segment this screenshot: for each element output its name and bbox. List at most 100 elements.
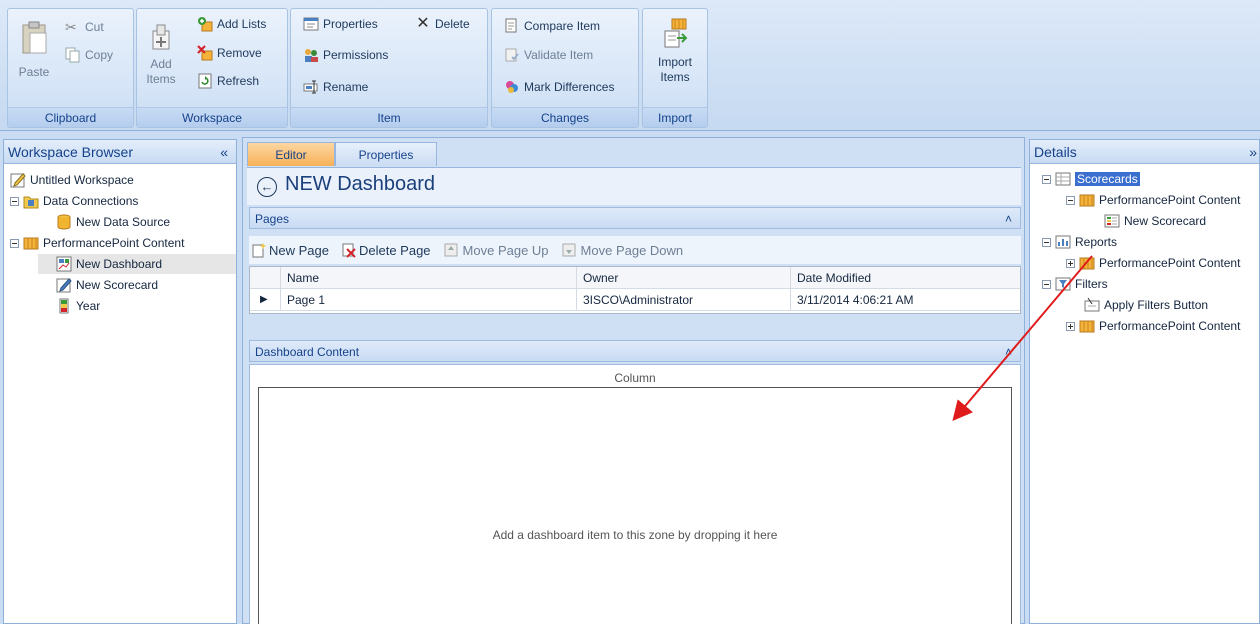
- zone-column-label: Column: [614, 371, 656, 385]
- drop-hint: Add a dashboard item to this zone by dro…: [492, 528, 778, 542]
- scissors-icon: ✂: [65, 19, 77, 35]
- tree-item-new-data-source[interactable]: New Data Source: [56, 212, 170, 232]
- item-group: Properties ✕ Delete Permissions Rename I…: [290, 8, 488, 128]
- import-icon: [664, 18, 688, 48]
- dashboard-content-area: Column Add a dashboard item to this zone…: [249, 364, 1021, 624]
- delete-button[interactable]: ✕ Delete: [415, 16, 470, 32]
- delete-label: Delete: [435, 17, 470, 31]
- move-page-up-button[interactable]: Move Page Up: [443, 242, 549, 258]
- tree-item-new-scorecard[interactable]: New Scorecard: [56, 275, 158, 295]
- pages-section-header: Pages ˄: [249, 207, 1021, 229]
- column-header-date-modified[interactable]: Date Modified: [790, 267, 1022, 289]
- expand-toggle[interactable]: [1066, 321, 1075, 331]
- row-selector-header: [250, 267, 280, 289]
- collapse-toggle[interactable]: [1042, 237, 1051, 247]
- tree-label: Untitled Workspace: [30, 173, 134, 187]
- performancepoint-folder-icon: [23, 237, 39, 250]
- tree-label: New Scorecard: [76, 278, 159, 292]
- tree-item-apply-filters-button[interactable]: Apply Filters Button: [1084, 295, 1208, 315]
- collapse-toggle[interactable]: [10, 238, 19, 248]
- column-header-owner[interactable]: Owner: [576, 267, 790, 289]
- paste-label: Paste: [18, 65, 50, 79]
- validate-item-button[interactable]: Validate Item: [504, 47, 593, 63]
- tab-properties[interactable]: Properties: [335, 142, 437, 166]
- tree-label: Reports: [1075, 235, 1118, 249]
- tree-label: Apply Filters Button: [1104, 298, 1209, 312]
- add-lists-button[interactable]: Add Lists: [197, 16, 266, 32]
- tree-item-filters-ppc[interactable]: PerformancePoint Content: [1066, 316, 1240, 336]
- compare-item-button[interactable]: Compare Item: [504, 18, 600, 34]
- import-items-label-line1: Import: [657, 55, 692, 69]
- paste-button[interactable]: Paste: [14, 19, 54, 80]
- refresh-icon: [198, 73, 212, 89]
- remove-button[interactable]: Remove: [197, 45, 262, 61]
- back-arrow-icon[interactable]: ←: [257, 177, 277, 197]
- column-header-name[interactable]: Name: [280, 267, 576, 289]
- collapse-panel-button[interactable]: «: [220, 140, 228, 164]
- tree-item-year[interactable]: Year: [56, 296, 100, 316]
- workspace-browser-title: Workspace Browser: [8, 144, 134, 160]
- drop-zone[interactable]: Add a dashboard item to this zone by dro…: [258, 387, 1012, 624]
- table-row[interactable]: ▶ Page 1 3ISCO\Administrator 3/11/2014 4…: [250, 289, 1020, 311]
- move-down-icon: [562, 243, 576, 257]
- collapse-toggle[interactable]: [1066, 195, 1075, 205]
- validate-icon: [505, 48, 519, 62]
- expand-panel-button[interactable]: »: [1249, 140, 1257, 164]
- tree-label: Year: [76, 299, 101, 313]
- scorecard-icon: [56, 278, 72, 293]
- collapse-toggle[interactable]: [10, 196, 19, 206]
- apply-filters-icon: [1084, 297, 1100, 312]
- app-window: Paste ✂ Cut Copy Clipboard Add Items Add…: [0, 0, 1260, 624]
- tree-item-scorecards-ppc[interactable]: PerformancePoint Content: [1066, 190, 1240, 210]
- tree-item-details-new-scorecard[interactable]: New Scorecard: [1104, 211, 1206, 231]
- new-page-label: New Page: [269, 242, 329, 258]
- move-page-down-button[interactable]: Move Page Down: [561, 242, 683, 258]
- copy-button[interactable]: Copy: [65, 47, 113, 63]
- mark-differences-label: Mark Differences: [524, 80, 615, 94]
- pages-grid-header: Name Owner Date Modified: [250, 267, 1020, 289]
- new-page-button[interactable]: New Page: [251, 242, 329, 258]
- dashboard-title: NEW Dashboard: [285, 173, 436, 195]
- dashboard-content-header: Dashboard Content ˄: [249, 340, 1021, 362]
- properties-button[interactable]: Properties: [303, 16, 378, 32]
- remove-label: Remove: [217, 46, 262, 60]
- collapse-pages-icon[interactable]: ˄: [1005, 208, 1012, 230]
- workspace-icon: [10, 173, 26, 188]
- rename-button[interactable]: Rename: [303, 79, 368, 95]
- tree-item-performancepoint-content[interactable]: PerformancePoint Content: [10, 233, 184, 253]
- tree-item-reports-ppc[interactable]: PerformancePoint Content: [1066, 253, 1240, 273]
- workspace-browser-panel: Workspace Browser « Untitled Workspace D…: [3, 139, 237, 624]
- clipboard-group-label: Clipboard: [8, 107, 133, 127]
- tree-label: PerformancePoint Content: [1099, 256, 1241, 270]
- cut-button[interactable]: ✂ Cut: [65, 19, 104, 35]
- tab-editor[interactable]: Editor: [247, 142, 335, 166]
- tree-label: Filters: [1075, 277, 1108, 291]
- dashboard-icon: [56, 256, 72, 272]
- tree-item-data-connections[interactable]: Data Connections: [10, 191, 138, 211]
- details-panel: Details » Scorecards PerformancePoint Co…: [1029, 139, 1260, 624]
- cell-date-modified: 3/11/2014 4:06:21 AM: [790, 289, 1022, 311]
- tree-item-reports[interactable]: Reports: [1042, 232, 1117, 252]
- performancepoint-folder-icon: [1079, 194, 1095, 207]
- collapse-toggle[interactable]: [1042, 279, 1051, 289]
- mark-differences-button[interactable]: Mark Differences: [504, 79, 614, 95]
- add-items-button[interactable]: Add Items: [143, 23, 179, 87]
- cell-name: Page 1: [280, 289, 576, 311]
- refresh-button[interactable]: Refresh: [197, 73, 259, 89]
- import-items-button[interactable]: Import Items: [647, 17, 703, 85]
- row-selected-indicator-icon: ▶: [260, 294, 268, 305]
- tree-item-untitled-workspace[interactable]: Untitled Workspace: [10, 170, 134, 190]
- expand-toggle[interactable]: [1066, 258, 1075, 268]
- tree-item-scorecards[interactable]: Scorecards: [1042, 169, 1140, 189]
- compare-icon: [505, 18, 517, 33]
- copy-icon: [65, 47, 80, 63]
- permissions-button[interactable]: Permissions: [303, 47, 388, 63]
- delete-page-button[interactable]: Delete Page: [341, 242, 431, 258]
- dashboard-title-bar: ← NEW Dashboard: [247, 167, 1021, 205]
- add-items-label-line2: Items: [146, 72, 176, 86]
- collapse-content-icon[interactable]: ˄: [1005, 341, 1012, 363]
- remove-icon: [197, 45, 213, 61]
- tree-item-new-dashboard[interactable]: New Dashboard: [38, 254, 236, 274]
- collapse-toggle[interactable]: [1042, 174, 1051, 184]
- tree-item-filters[interactable]: Filters: [1042, 274, 1108, 294]
